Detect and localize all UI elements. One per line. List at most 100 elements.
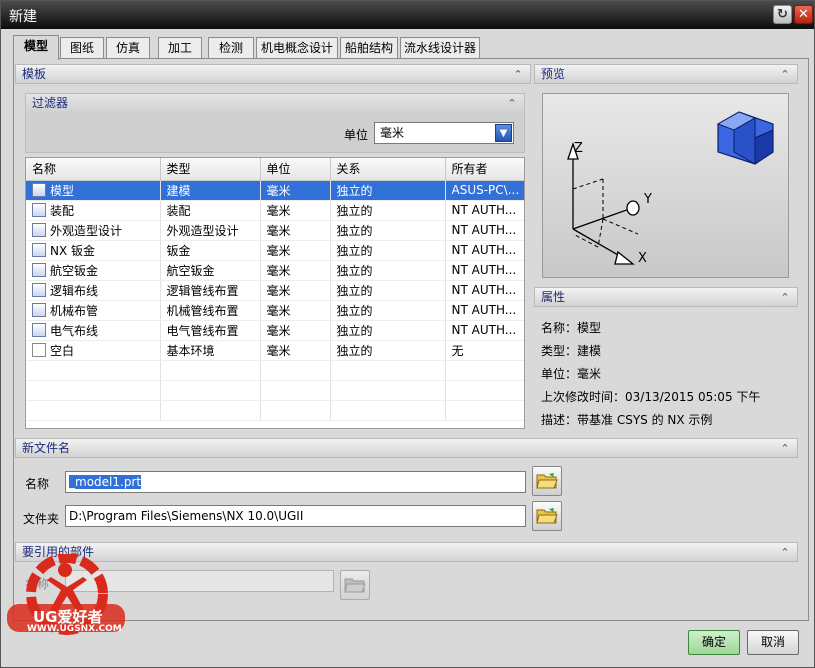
property-item: 单位：毫米	[541, 365, 601, 382]
dropdown-arrow-icon[interactable]: ▼	[495, 124, 512, 142]
close-icon[interactable]: ✕	[794, 5, 813, 24]
cancel-button[interactable]: 取消	[747, 630, 799, 655]
folder-value: D:\Program Files\Siemens\NX 10.0\UGII	[69, 509, 304, 523]
collapse-chevron-icon[interactable]: ⌃	[778, 66, 792, 82]
row-type: 装配	[160, 200, 261, 221]
row-unit: 毫米	[260, 280, 331, 301]
ok-button[interactable]: 确定	[688, 630, 740, 655]
axis-x-label: X	[638, 251, 647, 266]
table-row[interactable]: 电气布线 电气管线布置 毫米 独立的 NT AUTH...	[26, 320, 524, 341]
aero-sheet-metal-icon	[32, 262, 46, 277]
properties-section-header[interactable]: 属性 ⌃	[534, 287, 798, 307]
model-icon	[32, 182, 46, 197]
column-header-type[interactable]: 类型	[160, 158, 261, 181]
template-table: 名称 类型 单位 关系 所有者 模型 建模 毫米 独立的 ASUS-PC\...…	[25, 157, 525, 429]
tab-model[interactable]: 模型	[13, 35, 59, 60]
row-unit: 毫米	[260, 260, 331, 281]
tab-drawing[interactable]: 图纸	[60, 37, 104, 59]
browse-folder-button[interactable]	[532, 501, 562, 531]
table-row[interactable]: 逻辑布线 逻辑管线布置 毫米 独立的 NT AUTH...	[26, 280, 524, 301]
row-type: 钣金	[160, 240, 261, 261]
row-name: 航空钣金	[50, 263, 99, 278]
property-label: 类型：	[541, 344, 578, 358]
preview-section-title: 预览	[541, 67, 566, 81]
property-label: 上次修改时间：	[541, 390, 626, 404]
filter-title: 过滤器	[32, 96, 69, 110]
tab-manufacturing[interactable]: 加工	[158, 37, 202, 59]
preview-section-header[interactable]: 预览 ⌃	[534, 64, 798, 84]
row-relation: 独立的	[330, 220, 446, 241]
row-type: 航空钣金	[160, 260, 261, 281]
collapse-chevron-icon[interactable]: ⌃	[778, 440, 792, 456]
assembly-icon	[32, 202, 46, 217]
row-name: 模型	[50, 183, 75, 198]
table-header-row: 名称 类型 单位 关系 所有者	[26, 158, 524, 181]
reference-section-header[interactable]: 要引用的部件 ⌃	[15, 542, 798, 562]
unit-label: 单位	[344, 128, 369, 142]
table-row[interactable]: 航空钣金 航空钣金 毫米 独立的 NT AUTH...	[26, 260, 524, 281]
reset-icon[interactable]: ↻	[773, 5, 792, 24]
file-name-value: _model1.prt	[69, 475, 142, 489]
electrical-routing-icon	[32, 322, 46, 337]
browse-reference-button[interactable]	[340, 570, 370, 600]
filter-header[interactable]: 过滤器 ⌃	[26, 94, 524, 114]
tab-simulation[interactable]: 仿真	[106, 37, 150, 59]
collapse-chevron-icon[interactable]: ⌃	[511, 66, 525, 82]
column-header-owner[interactable]: 所有者	[445, 158, 524, 181]
tab-line-designer[interactable]: 流水线设计器	[400, 37, 480, 59]
table-row[interactable]: 空白 基本环境 毫米 独立的 无	[26, 340, 524, 361]
row-unit: 毫米	[260, 300, 331, 321]
table-row[interactable]: 机械布管 机械管线布置 毫米 独立的 NT AUTH...	[26, 300, 524, 321]
table-row[interactable]: 装配 装配 毫米 独立的 NT AUTH...	[26, 200, 524, 221]
row-owner: NT AUTH...	[445, 260, 524, 281]
row-relation: 独立的	[330, 240, 446, 261]
row-relation: 独立的	[330, 320, 446, 341]
column-header-unit[interactable]: 单位	[260, 158, 331, 181]
tab-ship-structure[interactable]: 船舶结构	[340, 37, 398, 59]
tab-mechatronics[interactable]: 机电概念设计	[256, 37, 338, 59]
row-name: NX 钣金	[50, 243, 96, 258]
open-folder-icon	[344, 578, 366, 593]
properties-section-title: 属性	[541, 290, 566, 304]
property-item: 名称：模型	[541, 319, 601, 336]
table-row[interactable]: NX 钣金 钣金 毫米 独立的 NT AUTH...	[26, 240, 524, 261]
logical-routing-icon	[32, 282, 46, 297]
row-owner: NT AUTH...	[445, 220, 524, 241]
row-relation: 独立的	[330, 180, 446, 201]
row-relation: 独立的	[330, 340, 446, 361]
row-owner: NT AUTH...	[445, 280, 524, 301]
row-owner: NT AUTH...	[445, 240, 524, 261]
preview-image: Z Y X	[542, 93, 789, 278]
watermark-url: WWW.UGSNX.COM	[27, 624, 122, 634]
column-header-relation[interactable]: 关系	[330, 158, 446, 181]
open-folder-icon	[536, 473, 558, 489]
property-value: 模型	[577, 321, 602, 335]
file-name-input[interactable]: _model1.prt	[65, 471, 526, 493]
unit-select-value: 毫米	[380, 126, 405, 140]
collapse-chevron-icon[interactable]: ⌃	[505, 95, 519, 111]
model-cube-icon	[716, 111, 774, 165]
tab-inspection[interactable]: 检测	[208, 37, 254, 59]
new-file-dialog: 新建 ↻ ✕ 模型 图纸 仿真 加工 检测 机电概念设计 船舶结构 流水线设计器…	[0, 0, 815, 668]
file-name-label: 名称	[25, 477, 50, 491]
column-header-name[interactable]: 名称	[26, 158, 161, 181]
folder-label: 文件夹	[23, 512, 60, 526]
property-label: 名称：	[541, 321, 578, 335]
property-value: 建模	[577, 344, 602, 358]
template-grid: 名称 类型 单位 关系 所有者 模型 建模 毫米 独立的 ASUS-PC\...…	[26, 158, 524, 421]
template-section-header[interactable]: 模板 ⌃	[15, 64, 531, 84]
collapse-chevron-icon[interactable]: ⌃	[778, 289, 792, 305]
collapse-chevron-icon[interactable]: ⌃	[778, 544, 792, 560]
axis-z-label: Z	[574, 141, 583, 156]
unit-select[interactable]: 毫米 ▼	[374, 122, 514, 144]
template-section-title: 模板	[22, 67, 47, 81]
table-row[interactable]: 模型 建模 毫米 独立的 ASUS-PC\...	[26, 180, 524, 201]
property-item: 类型：建模	[541, 342, 601, 359]
row-owner: NT AUTH...	[445, 200, 524, 221]
table-row[interactable]: 外观造型设计 外观造型设计 毫米 独立的 NT AUTH...	[26, 220, 524, 241]
new-file-section-header[interactable]: 新文件名 ⌃	[15, 438, 798, 458]
row-unit: 毫米	[260, 320, 331, 341]
folder-input[interactable]: D:\Program Files\Siemens\NX 10.0\UGII	[65, 505, 526, 527]
browse-name-button[interactable]	[532, 466, 562, 496]
row-owner: NT AUTH...	[445, 300, 524, 321]
